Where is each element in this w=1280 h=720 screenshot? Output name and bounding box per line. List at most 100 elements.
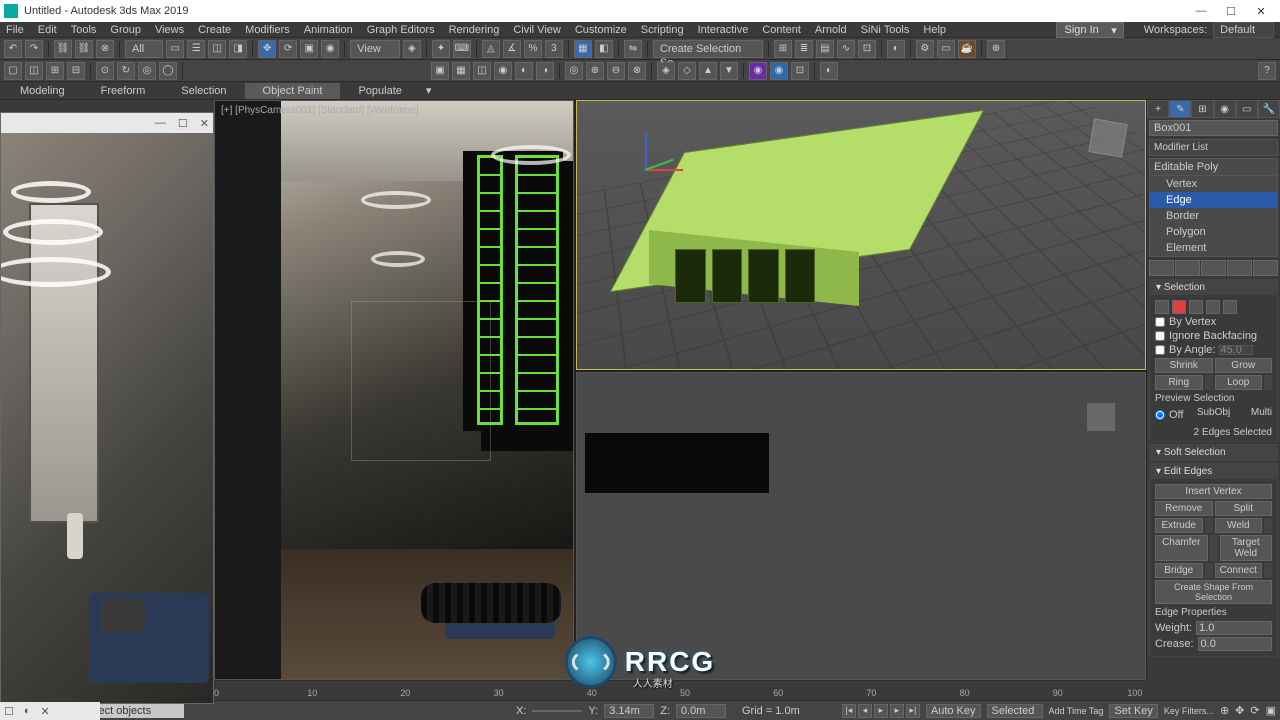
mirror-button[interactable]: ⇋ [624, 40, 642, 58]
play-button[interactable]: ▸ [874, 704, 888, 718]
tab-create-icon[interactable]: + [1147, 100, 1169, 118]
nav-orbit-icon[interactable]: ⟳ [1250, 704, 1259, 717]
ref-coord-dropdown[interactable]: View [350, 40, 400, 58]
menu-edit[interactable]: Edit [38, 24, 57, 36]
float-foot-c[interactable]: ✕ [41, 705, 50, 718]
insert-vertex-button[interactable]: Insert Vertex [1155, 484, 1272, 499]
tb2-d[interactable]: ⊟ [67, 62, 85, 80]
signin-dropdown[interactable]: Sign In [1056, 22, 1124, 38]
x-field[interactable] [532, 710, 582, 712]
preview-multi-radio[interactable]: Multi [1234, 407, 1272, 423]
float-close-icon[interactable]: ✕ [200, 117, 209, 130]
schematic-button[interactable]: ⊡ [858, 40, 876, 58]
tb2-c[interactable]: ⊞ [46, 62, 64, 80]
subobj-border-icon[interactable] [1189, 300, 1203, 314]
z-field[interactable]: 0.0m [676, 704, 726, 718]
menu-file[interactable]: File [6, 24, 24, 36]
redo-button[interactable]: ↷ [25, 40, 43, 58]
pin-stack-icon[interactable] [1149, 260, 1174, 276]
preview-subobj-radio[interactable]: SubObj [1195, 407, 1233, 423]
stack-vertex[interactable]: Vertex [1150, 176, 1277, 192]
modifier-stack[interactable]: Editable Poly Vertex Edge Border Polygon… [1149, 158, 1278, 257]
use-center-button[interactable]: ◈ [403, 40, 421, 58]
by-angle-checkbox[interactable]: By Angle: [1155, 344, 1272, 356]
layers-button[interactable]: ≣ [795, 40, 813, 58]
ribbon-expand-icon[interactable]: ▾ [420, 82, 438, 99]
menu-civil-view[interactable]: Civil View [513, 24, 560, 36]
transform-gizmo-icon[interactable] [633, 129, 693, 189]
key-filters-button[interactable]: Key Filters... [1164, 706, 1214, 716]
snap-button[interactable]: ◬ [482, 40, 500, 58]
show-end-result-icon[interactable] [1175, 260, 1200, 276]
tb2-j[interactable]: ▦ [452, 62, 470, 80]
ribbon-object-paint[interactable]: Object Paint [245, 83, 341, 99]
ribbon-populate[interactable]: Populate [340, 83, 419, 99]
goto-end-button[interactable]: ▸| [906, 704, 920, 718]
tb2-z[interactable]: ◐ [820, 62, 838, 80]
reference-image-window[interactable]: — ☐ ✕ [0, 112, 214, 704]
tb2-m[interactable]: ◐ [515, 62, 533, 80]
loop-button[interactable]: Loop [1215, 375, 1263, 390]
float-foot-b[interactable]: ◐ [24, 705, 31, 717]
make-unique-icon[interactable] [1201, 260, 1226, 276]
key-mode-dropdown[interactable]: Selected [987, 704, 1043, 718]
stack-editable-poly[interactable]: Editable Poly [1150, 159, 1277, 176]
viewport-camera[interactable]: [+] [PhysCamera001] [Standard] [Wirefram… [214, 100, 574, 680]
tb2-v[interactable]: ▼ [720, 62, 738, 80]
by-vertex-checkbox[interactable]: By Vertex [1155, 316, 1272, 328]
connect-button[interactable]: Connect [1215, 563, 1263, 578]
float-foot-a[interactable]: ☐ [4, 705, 14, 718]
tb2-t[interactable]: ◇ [678, 62, 696, 80]
next-frame-button[interactable]: ▸ [890, 704, 904, 718]
y-field[interactable]: 3.14m [604, 704, 654, 718]
link-button[interactable]: ⛓ [54, 40, 72, 58]
keyboard-shortcut-button[interactable]: ⌨ [453, 40, 471, 58]
tb2-r[interactable]: ⊗ [628, 62, 646, 80]
unlink-button[interactable]: ⛓ [75, 40, 93, 58]
grow-button[interactable]: Grow [1215, 358, 1273, 373]
modifier-list-dropdown[interactable]: Modifier List [1149, 139, 1278, 156]
menu-tools[interactable]: Tools [71, 24, 97, 36]
window-crossing-button[interactable]: ◨ [229, 40, 247, 58]
autokey-button[interactable]: Auto Key [926, 704, 981, 718]
bridge-button[interactable]: Bridge [1155, 563, 1203, 578]
tb2-w[interactable]: ◉ [749, 62, 767, 80]
ring-button[interactable]: Ring [1155, 375, 1203, 390]
render-button[interactable]: ☕ [958, 40, 976, 58]
extrude-button[interactable]: Extrude [1155, 518, 1203, 533]
menu-scripting[interactable]: Scripting [641, 24, 684, 36]
tb2-x[interactable]: ◉ [770, 62, 788, 80]
rotate-button[interactable]: ⟳ [279, 40, 297, 58]
toggle-ribbon-button[interactable]: ▤ [816, 40, 834, 58]
ignore-backfacing-checkbox[interactable]: Ignore Backfacing [1155, 330, 1272, 342]
tab-display-icon[interactable]: ▭ [1236, 100, 1258, 118]
undo-button[interactable]: ↶ [4, 40, 22, 58]
tb2-u[interactable]: ▲ [699, 62, 717, 80]
tb2-q[interactable]: ⊖ [607, 62, 625, 80]
nav-max-icon[interactable]: ▣ [1266, 704, 1276, 717]
tb2-n[interactable]: ◑ [536, 62, 554, 80]
tb2-g[interactable]: ◎ [138, 62, 156, 80]
menu-graph-editors[interactable]: Graph Editors [367, 24, 435, 36]
minimize-button[interactable]: — [1186, 2, 1216, 20]
rollout-soft-selection-header[interactable]: Soft Selection [1150, 445, 1277, 460]
goto-start-button[interactable]: |◂ [842, 704, 856, 718]
tb2-e[interactable]: ⊙ [96, 62, 114, 80]
nav-zoom-icon[interactable]: ⊕ [1220, 704, 1229, 717]
render-setup-button[interactable]: ⚙ [916, 40, 934, 58]
select-object-button[interactable]: ▭ [166, 40, 184, 58]
menu-create[interactable]: Create [198, 24, 231, 36]
stack-edge[interactable]: Edge [1150, 192, 1277, 208]
menu-rendering[interactable]: Rendering [449, 24, 500, 36]
viewport-camera-label[interactable]: [+] [PhysCamera001] [Standard] [Wirefram… [221, 105, 419, 116]
float-maximize-icon[interactable]: ☐ [178, 117, 188, 130]
tab-hierarchy-icon[interactable]: ⊞ [1191, 100, 1213, 118]
stack-border[interactable]: Border [1150, 208, 1277, 224]
viewcube-front-icon[interactable] [1087, 403, 1115, 431]
tab-utilities-icon[interactable]: 🔧 [1258, 100, 1280, 118]
align-button[interactable]: ⊞ [774, 40, 792, 58]
create-shape-button[interactable]: Create Shape From Selection [1155, 580, 1272, 604]
spinner-snap-button[interactable]: 3 [545, 40, 563, 58]
remove-button[interactable]: Remove [1155, 501, 1213, 516]
material-editor-button[interactable]: ◐ [887, 40, 905, 58]
